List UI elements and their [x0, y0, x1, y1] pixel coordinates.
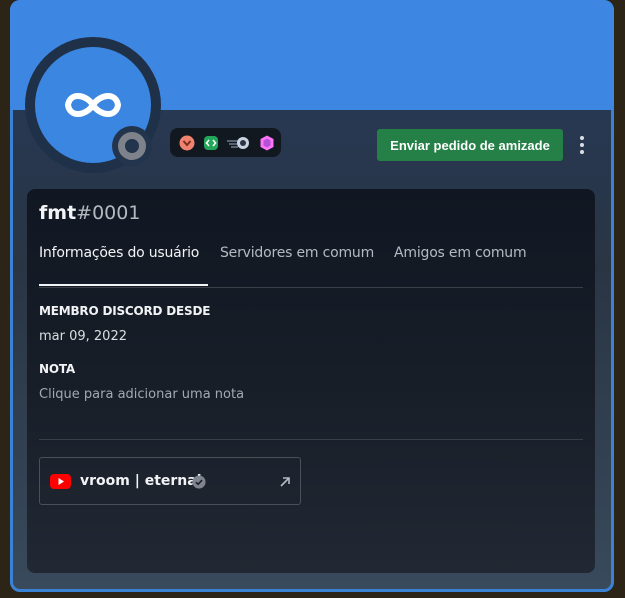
member-since-title: MEMBRO DISCORD DESDE	[39, 304, 211, 318]
youtube-icon	[50, 474, 71, 489]
quest-badge-icon[interactable]	[226, 134, 252, 152]
connection-name: vroom | eternal	[80, 473, 202, 489]
tab-user-info[interactable]: Informações do usuário	[39, 245, 208, 286]
user-profile-popout: Enviar pedido de amizade fmt#0001 Inform…	[10, 0, 614, 592]
member-since-date: mar 09, 2022	[39, 329, 127, 344]
divider	[39, 439, 583, 440]
username: fmt#0001	[39, 202, 140, 224]
username-name: fmt	[39, 202, 77, 224]
hypesquad-bravery-badge-icon[interactable]	[178, 134, 196, 152]
infinity-icon	[65, 93, 121, 117]
note-input[interactable]: Clique para adicionar uma nota	[39, 387, 244, 402]
verified-icon	[192, 475, 206, 489]
profile-tabs: Informações do usuário Servidores em com…	[39, 245, 583, 288]
username-discriminator: #0001	[76, 202, 141, 224]
external-link-icon[interactable]	[278, 475, 292, 489]
send-friend-request-button[interactable]: Enviar pedido de amizade	[377, 129, 563, 161]
tab-mutual-servers[interactable]: Servidores em comum	[220, 245, 374, 286]
offline-status-icon	[118, 132, 146, 160]
status-indicator-ring	[112, 126, 152, 166]
nitro-boost-badge-icon[interactable]	[258, 134, 276, 152]
more-vertical-icon[interactable]	[573, 133, 591, 157]
connected-account-youtube[interactable]: vroom | eternal	[39, 457, 301, 505]
active-developer-badge-icon[interactable]	[202, 134, 220, 152]
profile-body: fmt#0001 Informações do usuário Servidor…	[27, 189, 595, 573]
note-title: NOTA	[39, 362, 75, 376]
badge-list	[170, 128, 281, 157]
tab-mutual-friends[interactable]: Amigos em comum	[394, 245, 527, 286]
